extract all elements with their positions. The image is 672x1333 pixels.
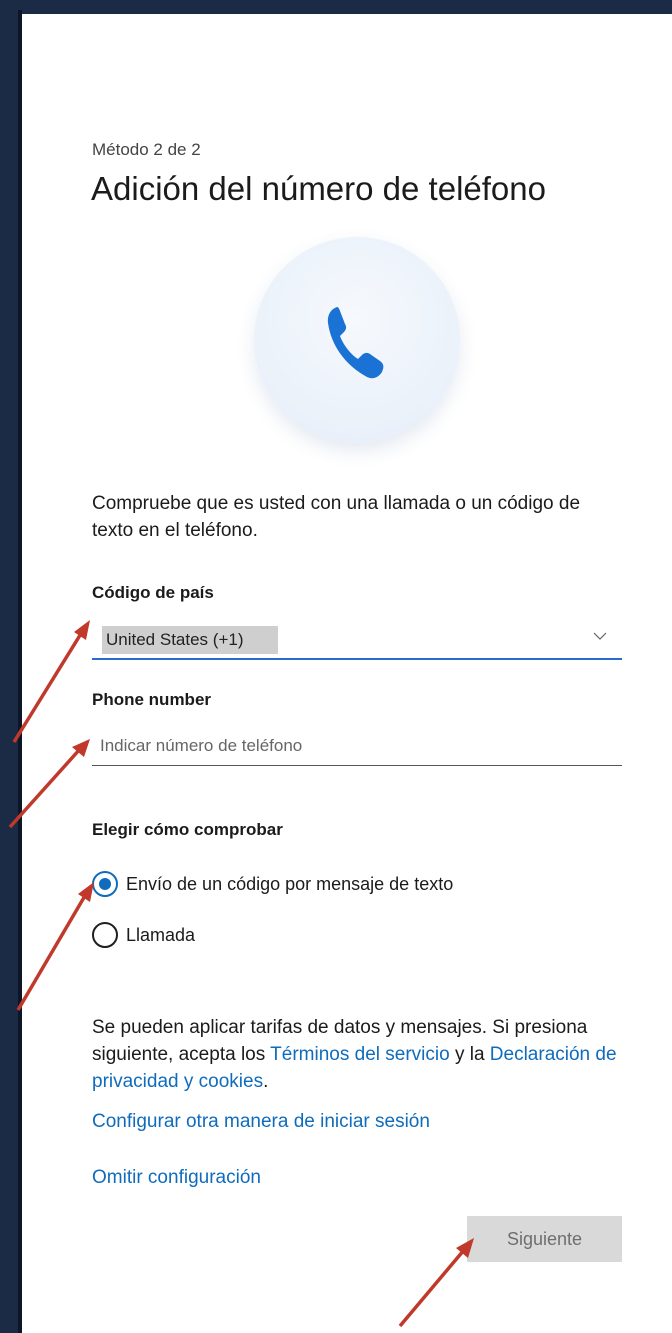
alternate-signin-method-link[interactable]: Configurar otra manera de iniciar sesión bbox=[92, 1111, 430, 1133]
radio-option-call[interactable]: Llamada bbox=[92, 920, 195, 950]
phone-icon bbox=[327, 307, 384, 379]
terms-text-part2: y la bbox=[449, 1044, 490, 1065]
chevron-down-icon bbox=[593, 632, 607, 640]
next-button[interactable]: Siguiente bbox=[467, 1216, 622, 1262]
radio-unselected-icon[interactable] bbox=[92, 922, 118, 948]
window-border-top bbox=[0, 0, 672, 14]
terms-text: Se pueden aplicar tarifas de datos y men… bbox=[92, 1014, 637, 1095]
radio-option-text-message[interactable]: Envío de un código por mensaje de texto bbox=[92, 869, 453, 899]
step-indicator: Método 2 de 2 bbox=[92, 140, 201, 159]
setup-window: Método 2 de 2 Adición del número de telé… bbox=[0, 0, 672, 1333]
country-code-value: United States (+1) bbox=[106, 630, 244, 649]
description-text: Compruebe que es usted con una llamada o… bbox=[92, 493, 581, 541]
radio-selected-icon[interactable] bbox=[92, 871, 118, 897]
country-code-label: Código de país bbox=[92, 583, 214, 602]
page-title: Adición del número de teléfono bbox=[91, 170, 546, 207]
verification-method-label: Elegir cómo comprobar bbox=[92, 820, 283, 839]
radio-label-text-message: Envío de un código por mensaje de texto bbox=[126, 873, 454, 894]
country-code-select[interactable]: United States (+1) bbox=[92, 620, 622, 660]
window-border-inner bbox=[18, 10, 22, 1333]
phone-number-input[interactable] bbox=[92, 726, 622, 766]
phone-number-label: Phone number bbox=[92, 690, 212, 709]
terms-of-service-link[interactable]: Términos del servicio bbox=[270, 1044, 450, 1065]
skip-setup-link[interactable]: Omitir configuración bbox=[92, 1167, 261, 1189]
terms-text-part3: . bbox=[263, 1071, 269, 1092]
radio-label-call: Llamada bbox=[126, 924, 196, 945]
